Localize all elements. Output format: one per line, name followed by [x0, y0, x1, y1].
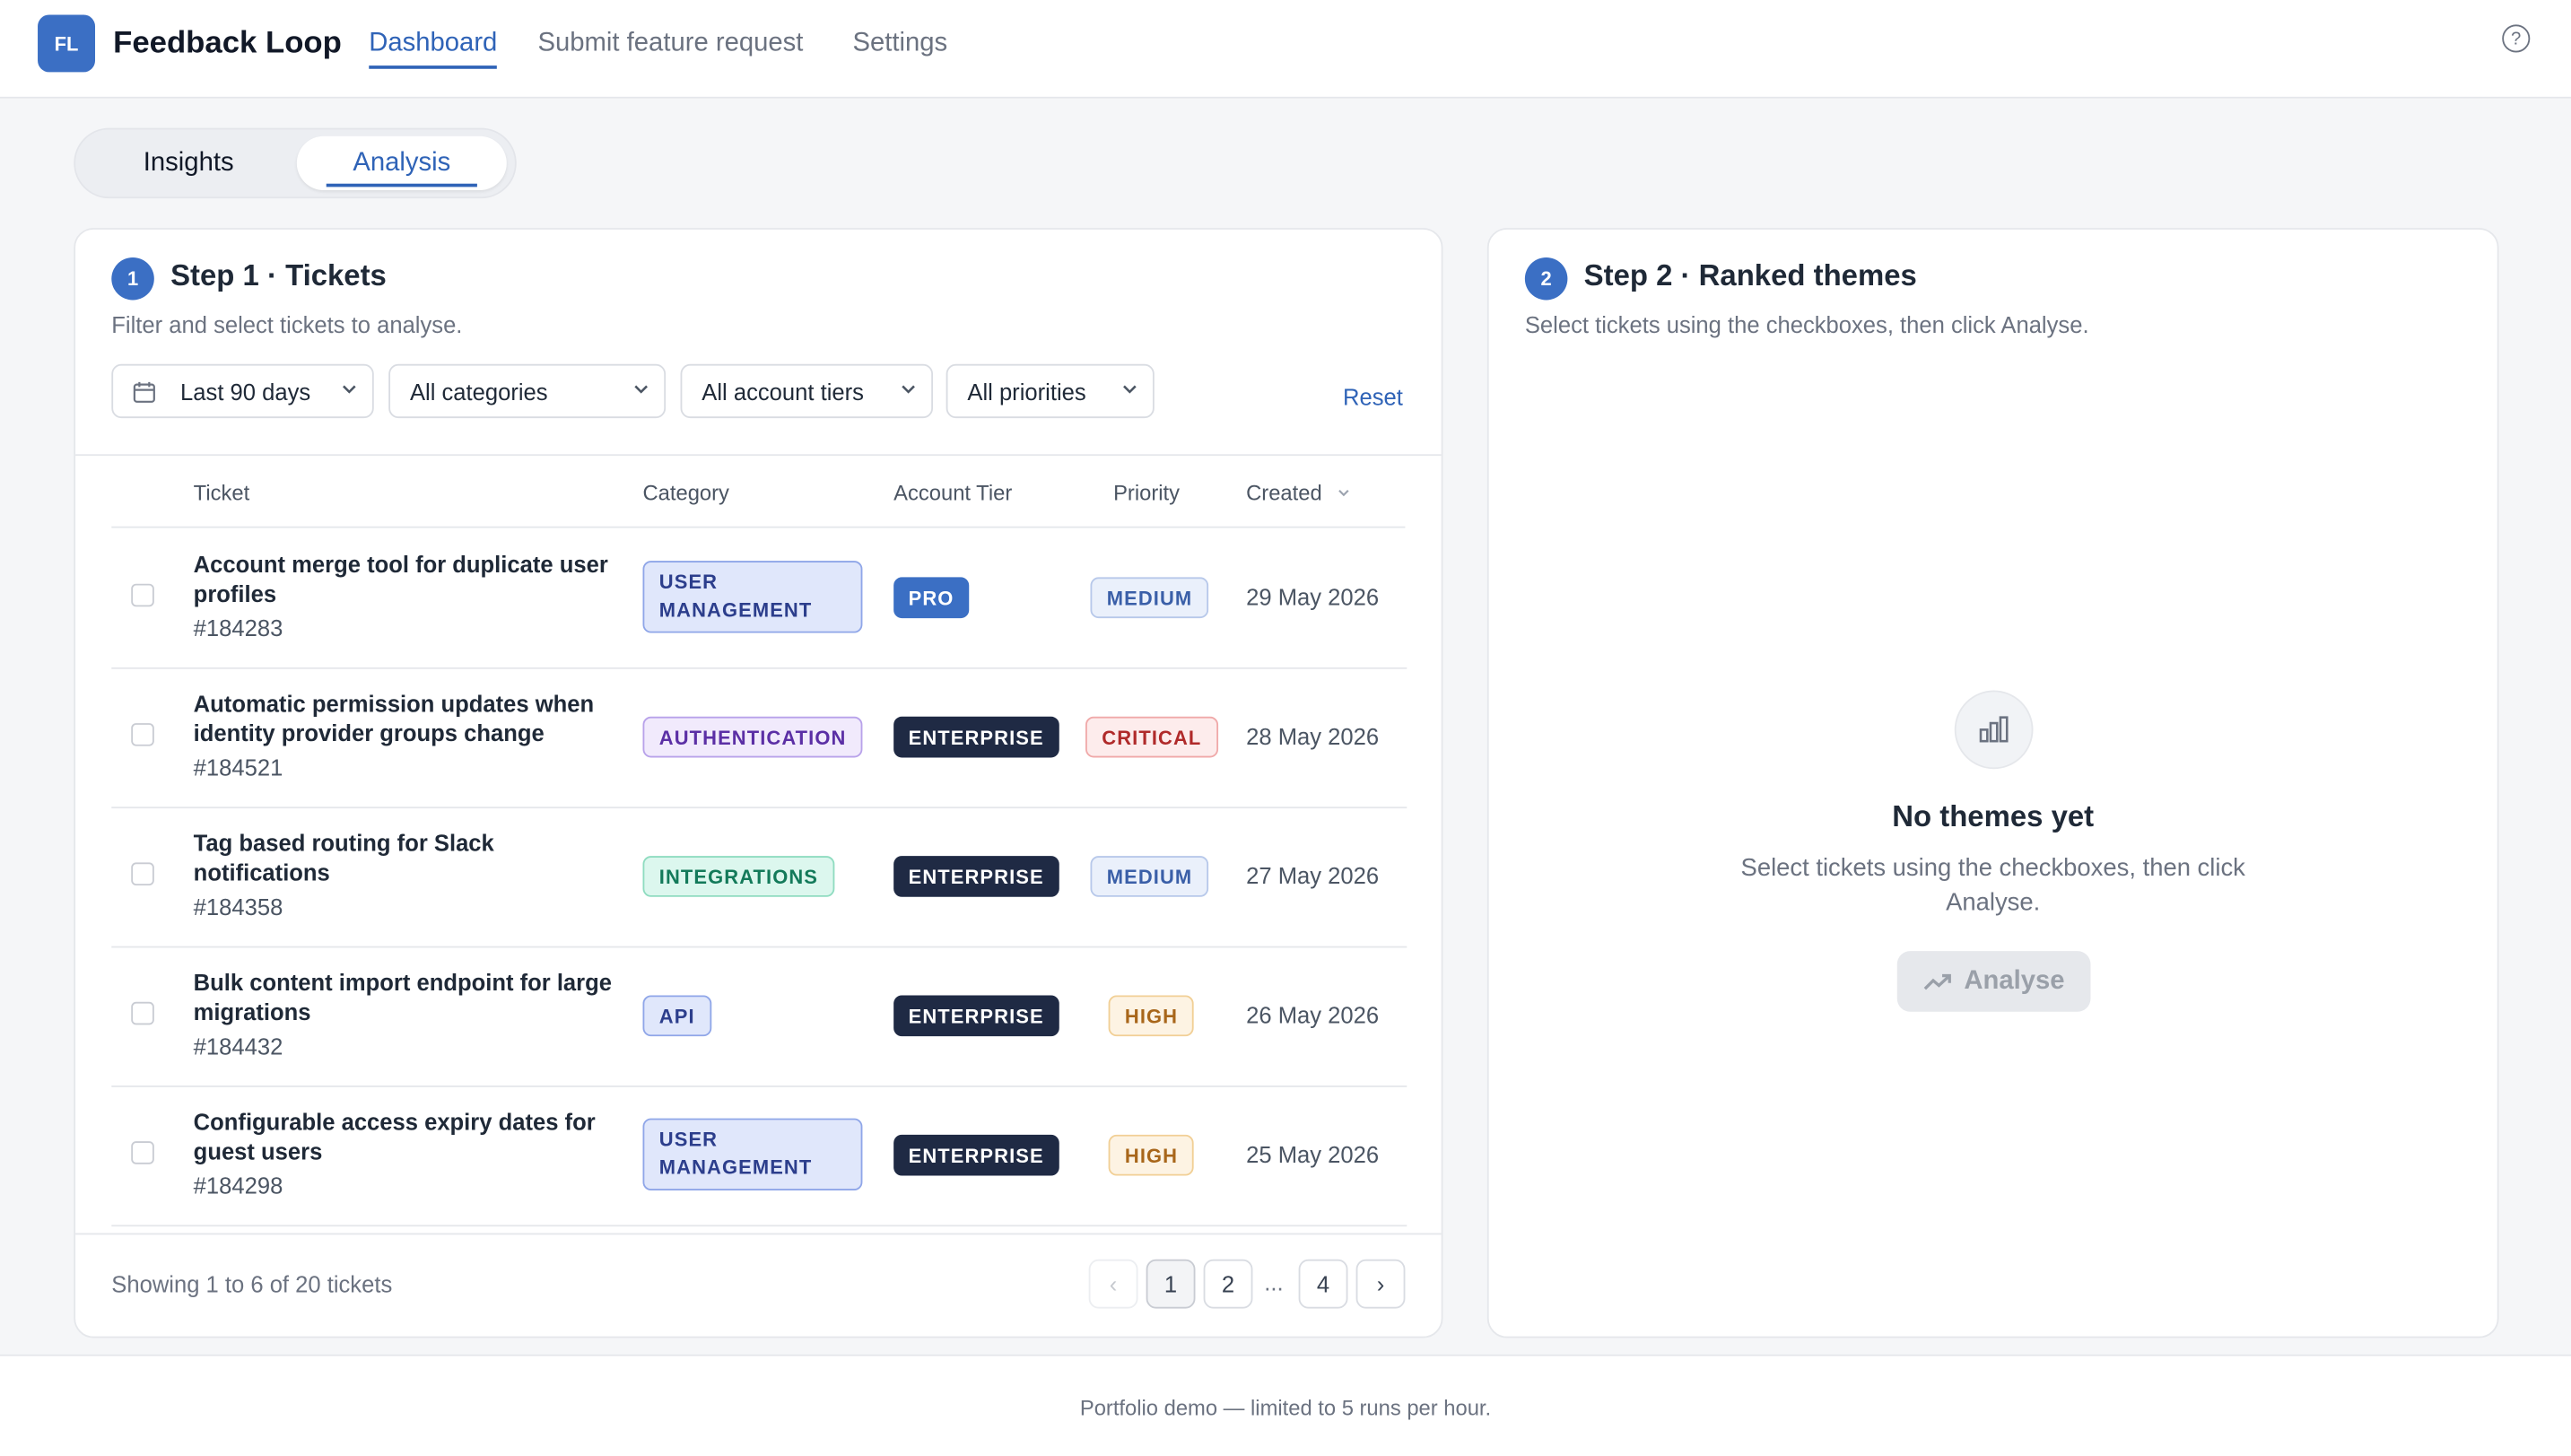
created-date: 27 May 2026: [1246, 862, 1380, 889]
priority-badge: MEDIUM: [1090, 577, 1209, 619]
pagination-summary: Showing 1 to 6 of 20 tickets: [111, 1270, 393, 1297]
created-date: 25 May 2026: [1246, 1141, 1380, 1168]
category-badge: INTEGRATIONS: [642, 856, 835, 897]
top-bar: FL Feedback Loop Dashboard Submit featur…: [0, 0, 2571, 99]
ticket-title: Account merge tool for duplicate user pr…: [193, 551, 608, 606]
table-row[interactable]: Bulk content import endpoint for large m…: [111, 946, 1408, 1087]
priority-filter-value: All priorities: [967, 378, 1086, 405]
page-button-2[interactable]: 2: [1203, 1259, 1253, 1309]
tickets-card: 1 Step 1 · Tickets Filter and select tic…: [74, 228, 1443, 1338]
reset-filters-button[interactable]: Reset: [1343, 384, 1403, 410]
empty-state-title: No themes yet: [1892, 799, 2095, 833]
date-range-value: Last 90 days: [180, 378, 311, 405]
nav-settings[interactable]: Settings: [852, 30, 947, 59]
chevron-down-icon: [634, 385, 648, 394]
footer: Portfolio demo — limited to 5 runs per h…: [0, 1354, 2571, 1456]
table-row[interactable]: Automatic permission updates when identi…: [111, 667, 1408, 809]
row-checkbox[interactable]: [131, 1001, 154, 1025]
row-checkbox[interactable]: [131, 862, 154, 886]
chevron-down-icon: [902, 385, 915, 394]
category-badge: USER MANAGEMENT: [642, 1118, 863, 1190]
category-badge: AUTHENTICATION: [642, 716, 863, 758]
ticket-title: Configurable access expiry dates for gue…: [193, 1108, 596, 1164]
ticket-id: #184432: [193, 1033, 283, 1059]
category-badge: API: [642, 995, 711, 1037]
nav-dashboard[interactable]: Dashboard: [369, 30, 498, 69]
priority-badge: MEDIUM: [1090, 856, 1209, 897]
category-badge: USER MANAGEMENT: [642, 561, 863, 633]
page-button-4[interactable]: 4: [1298, 1259, 1348, 1309]
category-filter[interactable]: All categories: [388, 363, 667, 419]
step-1-number: 1: [111, 257, 154, 301]
row-checkbox[interactable]: [131, 1141, 154, 1164]
ticket-title: Automatic permission updates when identi…: [193, 690, 595, 745]
chevron-down-icon: [343, 385, 356, 394]
ticket-id: #184358: [193, 894, 283, 920]
chevron-down-icon: [1123, 385, 1137, 394]
calendar-icon: [133, 381, 155, 403]
page-button-1[interactable]: 1: [1146, 1259, 1196, 1309]
step-1-title: Step 1 · Tickets: [170, 258, 387, 292]
column-header-ticket: Ticket: [193, 480, 250, 505]
created-date: 28 May 2026: [1246, 723, 1380, 750]
account-tier-filter-value: All account tiers: [702, 378, 864, 405]
help-circle-icon[interactable]: ?: [2502, 24, 2531, 53]
app-logo[interactable]: FL: [38, 14, 96, 73]
priority-badge: CRITICAL: [1085, 716, 1218, 758]
tab-insights[interactable]: Insights: [85, 136, 292, 190]
step-2-subtitle: Select tickets using the checkboxes, the…: [1524, 311, 2089, 338]
priority-badge: HIGH: [1108, 995, 1195, 1037]
priority-badge: HIGH: [1108, 1134, 1195, 1176]
sort-chevron-icon: [1338, 490, 1349, 497]
table-row[interactable]: Tag based routing for Slack notification…: [111, 806, 1408, 948]
bar-chart-icon: [1954, 690, 2034, 770]
tier-badge: ENTERPRISE: [893, 856, 1059, 897]
tab-analysis-label: Analysis: [327, 148, 476, 187]
column-header-priority: Priority: [1113, 480, 1181, 505]
tab-analysis[interactable]: Analysis: [296, 135, 507, 191]
nav-submit-feature-request[interactable]: Submit feature request: [538, 30, 804, 59]
column-header-created-label: Created: [1246, 480, 1322, 505]
table-row[interactable]: Account merge tool for duplicate user pr…: [111, 528, 1408, 669]
column-header-category: Category: [642, 480, 729, 505]
step-1-subtitle: Filter and select tickets to analyse.: [111, 311, 463, 338]
ticket-title: Tag based routing for Slack notification…: [193, 829, 494, 885]
ticket-title: Bulk content import endpoint for large m…: [193, 969, 613, 1024]
row-checkbox[interactable]: [131, 583, 154, 607]
created-date: 26 May 2026: [1246, 1001, 1380, 1029]
priority-filter[interactable]: All priorities: [946, 363, 1155, 419]
app-name: Feedback Loop: [113, 26, 342, 61]
empty-state-description: Select tickets using the checkboxes, the…: [1740, 854, 2245, 917]
app-root: FL Feedback Loop Dashboard Submit featur…: [0, 0, 2571, 1456]
divider: [75, 1233, 1442, 1235]
ranked-themes-card: 2 Step 2 · Ranked themes Select tickets …: [1486, 228, 2499, 1338]
trending-up-icon: [1923, 972, 1951, 990]
tier-badge: PRO: [893, 577, 969, 619]
column-header-created[interactable]: Created: [1246, 481, 1351, 505]
step-2-title: Step 2 · Ranked themes: [1583, 258, 1917, 292]
ticket-id: #184298: [193, 1172, 283, 1199]
tier-badge: ENTERPRISE: [893, 716, 1059, 758]
table-row[interactable]: Configurable access expiry dates for gue…: [111, 1085, 1408, 1227]
category-filter-value: All categories: [409, 378, 548, 405]
analyse-button-label: Analyse: [1964, 966, 2065, 995]
footer-note: Portfolio demo — limited to 5 runs per h…: [1079, 1395, 1492, 1420]
ticket-id: #184521: [193, 754, 283, 781]
tier-badge: ENTERPRISE: [893, 995, 1059, 1037]
created-date: 29 May 2026: [1246, 583, 1380, 610]
analyse-button[interactable]: Analyse: [1896, 951, 2091, 1012]
step-2-number: 2: [1524, 257, 1568, 301]
divider: [75, 454, 1442, 457]
tier-badge: ENTERPRISE: [893, 1134, 1059, 1176]
previous-page-button[interactable]: ‹: [1088, 1259, 1138, 1309]
column-header-account-tier: Account Tier: [893, 480, 1013, 505]
ticket-id: #184283: [193, 615, 283, 641]
row-checkbox[interactable]: [131, 723, 154, 746]
account-tier-filter[interactable]: All account tiers: [680, 363, 934, 419]
view-tab-switcher: Insights Analysis: [74, 127, 517, 199]
next-page-button[interactable]: ›: [1355, 1259, 1406, 1309]
pagination-ellipsis: ...: [1264, 1269, 1284, 1295]
date-range-filter[interactable]: Last 90 days: [111, 363, 374, 419]
